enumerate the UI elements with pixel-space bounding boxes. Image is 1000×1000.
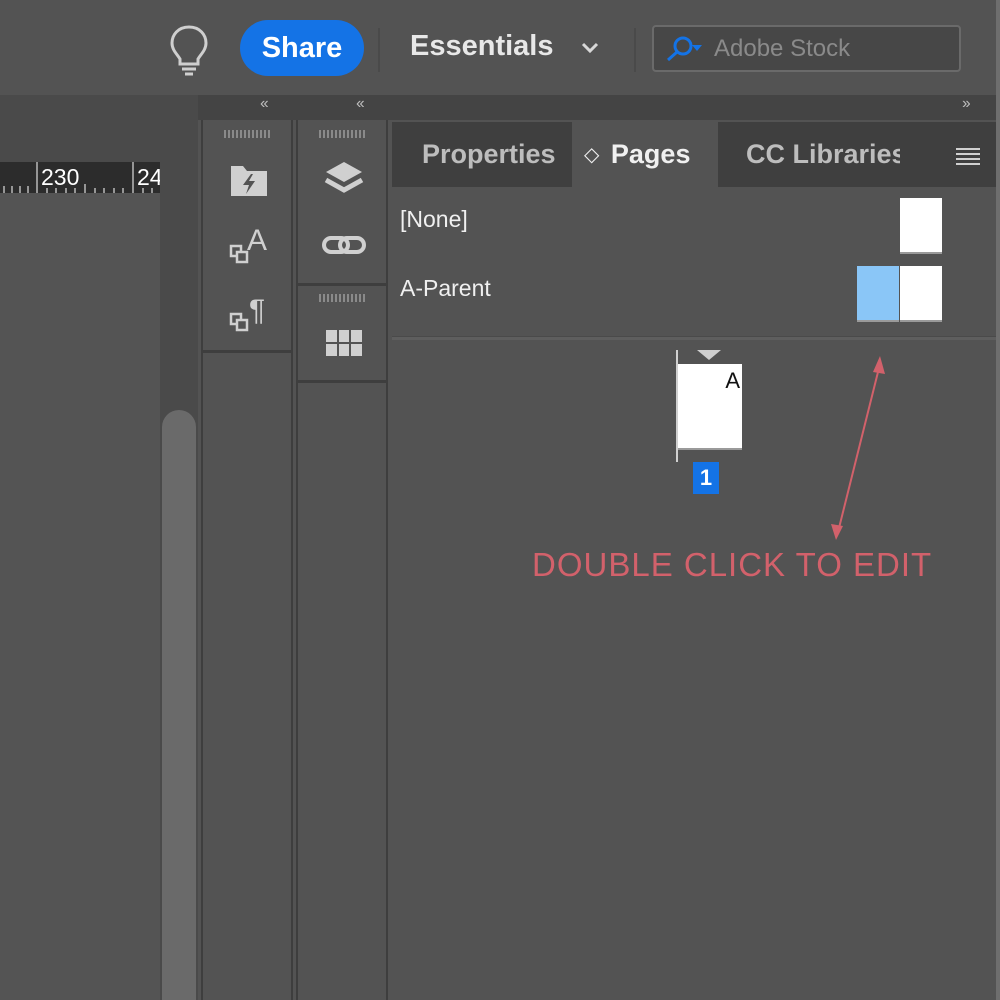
a-parent-left-thumbnail[interactable] <box>857 266 899 322</box>
tab-properties[interactable]: Properties <box>422 122 556 187</box>
parent-none-label[interactable]: [None] <box>400 206 468 233</box>
parent-none-thumbnail[interactable] <box>900 198 942 254</box>
adobe-stock-search-field[interactable]: Adobe Stock <box>652 25 961 72</box>
panel-menu-icon[interactable] <box>956 146 980 166</box>
links-icon[interactable] <box>320 222 368 268</box>
collapse-strip-button[interactable]: ‹‹ <box>356 95 365 113</box>
page-1-thumbnail[interactable]: A <box>678 364 742 450</box>
page-number-badge[interactable]: 1 <box>693 462 719 494</box>
parents-pages-divider[interactable] <box>392 336 996 340</box>
tab-pages[interactable]: ◇ Pages <box>572 122 718 187</box>
swatches-table-icon[interactable] <box>320 320 368 366</box>
annotation-arrow <box>831 356 885 540</box>
workspace-switcher[interactable]: Essentials <box>410 30 553 63</box>
toolbar-divider <box>378 28 380 72</box>
pages-panel: Properties ◇ Pages CC Libraries [None] A… <box>392 122 996 1000</box>
character-styles-icon[interactable]: A <box>225 220 273 266</box>
tab-cc-libraries[interactable]: CC Libraries <box>746 122 900 187</box>
layers-icon[interactable] <box>320 156 368 202</box>
drag-grip[interactable] <box>319 294 365 302</box>
panel-tab-row: Properties ◇ Pages CC Libraries <box>392 122 996 187</box>
toolbar-divider <box>634 28 636 72</box>
ruler-label: 24 <box>137 164 160 190</box>
svg-text:A: A <box>247 224 267 257</box>
horizontal-ruler[interactable]: 230 24 <box>0 162 160 193</box>
drag-grip[interactable] <box>319 130 365 138</box>
strip-divider <box>298 283 386 286</box>
cc-libraries-folder-icon[interactable] <box>225 158 273 204</box>
search-placeholder: Adobe Stock <box>714 35 851 62</box>
svg-text:¶: ¶ <box>249 294 265 327</box>
strip-divider <box>298 380 386 383</box>
strip-divider <box>203 350 291 353</box>
ruler-label: 230 <box>41 164 80 190</box>
panel-icon-strip: A ¶ <box>201 120 293 1000</box>
panel-dock-header: ‹‹ ‹‹ ›› <box>198 95 996 120</box>
window-edge <box>996 0 1000 1000</box>
applied-parent-prefix: A <box>725 368 740 393</box>
collapse-strip-button[interactable]: ‹‹ <box>260 95 269 113</box>
chevron-down-icon[interactable] <box>580 40 600 56</box>
annotation-text: DOUBLE CLICK TO EDIT <box>532 546 933 583</box>
scrollbar-thumb[interactable] <box>162 410 196 1000</box>
search-icon <box>667 36 702 62</box>
lightbulb-icon[interactable] <box>168 24 210 76</box>
drag-grip[interactable] <box>224 130 270 138</box>
application-bar: Share Essentials Adobe Stock <box>0 0 1000 95</box>
panel-icon-strip <box>296 120 388 1000</box>
reorder-arrows-icon: ◇ <box>584 144 600 167</box>
paragraph-styles-icon[interactable]: ¶ <box>225 288 273 334</box>
share-button[interactable]: Share <box>240 20 364 76</box>
tab-pages-label: Pages <box>610 139 691 169</box>
document-tab-bar <box>0 95 198 162</box>
expand-dock-button[interactable]: ›› <box>962 95 971 113</box>
pasteboard-canvas[interactable] <box>0 193 160 1000</box>
a-parent-label[interactable]: A-Parent <box>400 275 491 302</box>
a-parent-right-thumbnail[interactable] <box>900 266 942 322</box>
